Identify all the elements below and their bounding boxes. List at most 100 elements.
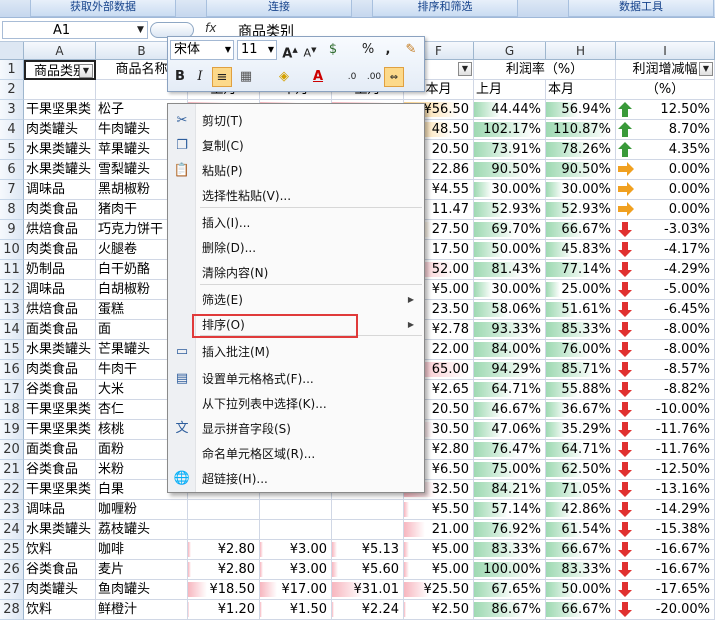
context-menu-item[interactable]: 剪切(T) (196, 109, 424, 133)
table-cell-i[interactable]: -8.00% (616, 320, 715, 340)
filter-dropdown-icon[interactable]: ▼ (458, 62, 472, 76)
table-cell-a[interactable]: 肉类罐头 (24, 120, 96, 140)
row-header[interactable]: 5 (0, 140, 24, 160)
table-cell-a[interactable]: 谷类食品 (24, 560, 96, 580)
table-cell-h[interactable]: 83.33% (546, 560, 616, 580)
table-cell-h[interactable]: 77.14% (546, 260, 616, 280)
format-painter-icon[interactable]: ✎ (401, 40, 421, 60)
table-cell-a[interactable]: 调味品 (24, 280, 96, 300)
table-cell-g[interactable]: 52.93% (474, 200, 546, 220)
row-header[interactable]: 17 (0, 380, 24, 400)
row-header[interactable]: 20 (0, 440, 24, 460)
table-cell-i[interactable]: -14.29% (616, 500, 715, 520)
table-cell-g[interactable]: 94.29% (474, 360, 546, 380)
align-center-icon[interactable]: ≡ (212, 67, 232, 87)
table-cell-h[interactable]: 55.88% (546, 380, 616, 400)
table-cell-g[interactable]: 44.44% (474, 100, 546, 120)
row-header[interactable]: 10 (0, 240, 24, 260)
table-cell-g[interactable]: 90.50% (474, 160, 546, 180)
increase-decimal-icon[interactable]: .0 (342, 67, 362, 87)
table-cell-g[interactable]: 93.33% (474, 320, 546, 340)
table-cell-a[interactable]: 肉类食品 (24, 200, 96, 220)
table-cell-e[interactable] (332, 500, 404, 520)
table-cell-g[interactable]: 102.17% (474, 120, 546, 140)
context-menu-item[interactable]: 设置单元格格式(F)... (196, 367, 424, 391)
table-cell-i[interactable]: -11.76% (616, 440, 715, 460)
table-cell-h[interactable]: 30.00% (546, 180, 616, 200)
table-cell-i[interactable]: -16.67% (616, 560, 715, 580)
table-cell-a[interactable]: 饮料 (24, 540, 96, 560)
table-cell-a[interactable]: 肉类食品 (24, 360, 96, 380)
table-cell-h[interactable]: 85.33% (546, 320, 616, 340)
row-header[interactable]: 22 (0, 480, 24, 500)
table-cell-i[interactable]: -20.00% (616, 600, 715, 620)
table-cell-g[interactable]: 57.14% (474, 500, 546, 520)
table-cell-e[interactable]: ¥5.13 (332, 540, 404, 560)
table-cell-h[interactable]: 35.29% (546, 420, 616, 440)
table-cell-i[interactable]: -8.00% (616, 340, 715, 360)
table-cell-a[interactable]: 干果坚果类 (24, 100, 96, 120)
table-cell-i[interactable]: -10.00% (616, 400, 715, 420)
ribbon-group-data-tools[interactable]: 数据工具 (568, 0, 714, 17)
table-cell-c[interactable]: ¥2.80 (188, 560, 260, 580)
row-header[interactable]: 3 (0, 100, 24, 120)
table-cell-g[interactable]: 75.00% (474, 460, 546, 480)
table-cell-b[interactable]: 咖喱粉 (96, 500, 188, 520)
table-cell-h[interactable]: 36.67% (546, 400, 616, 420)
subheader-last-month[interactable]: 上月 (474, 80, 546, 100)
table-cell-i[interactable]: -4.17% (616, 240, 715, 260)
row-header[interactable]: 27 (0, 580, 24, 600)
table-cell-h[interactable]: 51.61% (546, 300, 616, 320)
table-cell-h[interactable]: 66.67% (546, 220, 616, 240)
decrease-font-icon[interactable]: A▼ (300, 40, 320, 60)
row-header[interactable]: 24 (0, 520, 24, 540)
row-header[interactable]: 8 (0, 200, 24, 220)
row-header[interactable]: 21 (0, 460, 24, 480)
table-cell-a[interactable]: 肉类食品 (24, 240, 96, 260)
table-cell-c[interactable] (188, 500, 260, 520)
filter-dropdown-icon[interactable]: ▼ (699, 62, 713, 76)
table-cell-b[interactable]: 鱼肉罐头 (96, 580, 188, 600)
table-cell-d[interactable]: ¥3.00 (260, 540, 332, 560)
context-menu-item[interactable]: 复制(C) (196, 134, 424, 158)
table-cell-i[interactable]: 0.00% (616, 200, 715, 220)
table-cell-h[interactable]: 50.00% (546, 580, 616, 600)
table-cell-h[interactable]: 42.86% (546, 500, 616, 520)
font-size-select[interactable]: 11 ▼ (237, 40, 277, 60)
accounting-format-icon[interactable]: $ (323, 40, 343, 60)
table-cell-i[interactable]: -11.76% (616, 420, 715, 440)
percent-style-button[interactable]: % (358, 40, 378, 60)
table-cell-h[interactable]: 45.83% (546, 240, 616, 260)
table-cell-a[interactable]: 面类食品 (24, 440, 96, 460)
table-cell-f[interactable]: ¥5.50 (404, 500, 474, 520)
context-menu-item[interactable]: 选择性粘贴(V)... (196, 184, 424, 208)
column-header-A[interactable]: A (24, 42, 96, 60)
table-cell-f[interactable]: 21.00 (404, 520, 474, 540)
row-header[interactable]: 18 (0, 400, 24, 420)
select-all-corner[interactable] (0, 42, 24, 60)
table-cell-h[interactable]: 110.87% (546, 120, 616, 140)
table-cell-a[interactable]: 水果类罐头 (24, 160, 96, 180)
table-cell-i[interactable]: 0.00% (616, 180, 715, 200)
row-header[interactable]: 28 (0, 600, 24, 620)
context-menu-item[interactable]: 筛选(E) ▶ (196, 288, 424, 312)
table-cell-h[interactable]: 56.94% (546, 100, 616, 120)
table-cell-g[interactable]: 64.71% (474, 380, 546, 400)
table-cell-f[interactable]: ¥5.00 (404, 560, 474, 580)
table-cell-f[interactable]: ¥25.50 (404, 580, 474, 600)
table-cell-g[interactable]: 58.06% (474, 300, 546, 320)
table-cell-a[interactable]: 干果坚果类 (24, 400, 96, 420)
table-cell-g[interactable]: 86.67% (474, 600, 546, 620)
row-header[interactable]: 13 (0, 300, 24, 320)
table-cell-a[interactable]: 烘焙食品 (24, 300, 96, 320)
table-cell-g[interactable]: 30.00% (474, 280, 546, 300)
row-header[interactable]: 16 (0, 360, 24, 380)
table-cell-g[interactable]: 30.00% (474, 180, 546, 200)
context-menu-item[interactable]: 超链接(H)... (196, 467, 424, 491)
table-cell-i[interactable]: -16.67% (616, 540, 715, 560)
row-header[interactable]: 25 (0, 540, 24, 560)
table-cell-f[interactable]: ¥2.50 (404, 600, 474, 620)
comma-style-button[interactable]: , (378, 40, 398, 60)
ribbon-group-sort-filter[interactable]: 排序和筛选 (372, 0, 518, 17)
bold-button[interactable]: B (170, 67, 190, 87)
